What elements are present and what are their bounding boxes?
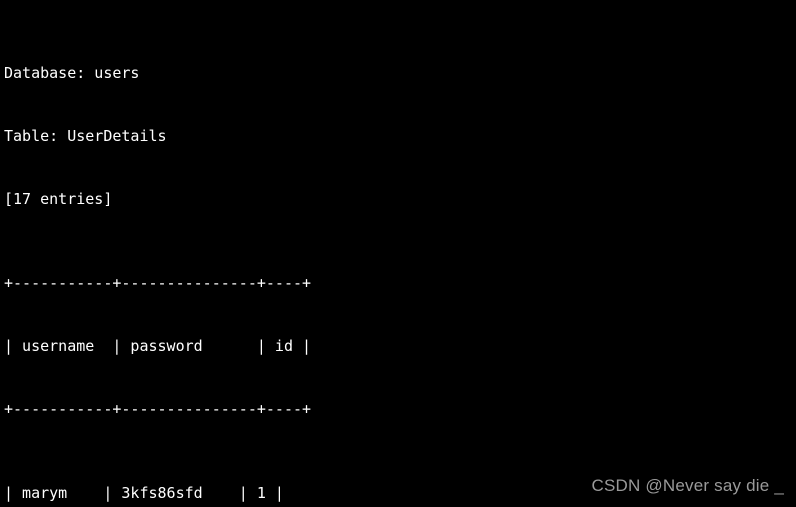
table-row: | marym | 3kfs86sfd | 1 | (4, 484, 284, 502)
table-body: | marym | 3kfs86sfd | 1 || julied | 468s… (4, 483, 311, 507)
entries-count-line: [17 entries] (4, 190, 113, 208)
csdn-watermark: CSDN @Never say die _ (591, 476, 784, 495)
table-header-separator: +-----------+---------------+----+ (4, 400, 312, 418)
table-header-row: | username | password | id | (4, 337, 312, 355)
terminal-screen: Database: users Table: UserDetails [17 e… (0, 0, 796, 507)
terminal-output[interactable]: Database: users Table: UserDetails [17 e… (4, 0, 311, 507)
table-line: Table: UserDetails (4, 127, 167, 145)
database-line: Database: users (4, 64, 140, 82)
table-top-border: +-----------+---------------+----+ (4, 274, 312, 292)
